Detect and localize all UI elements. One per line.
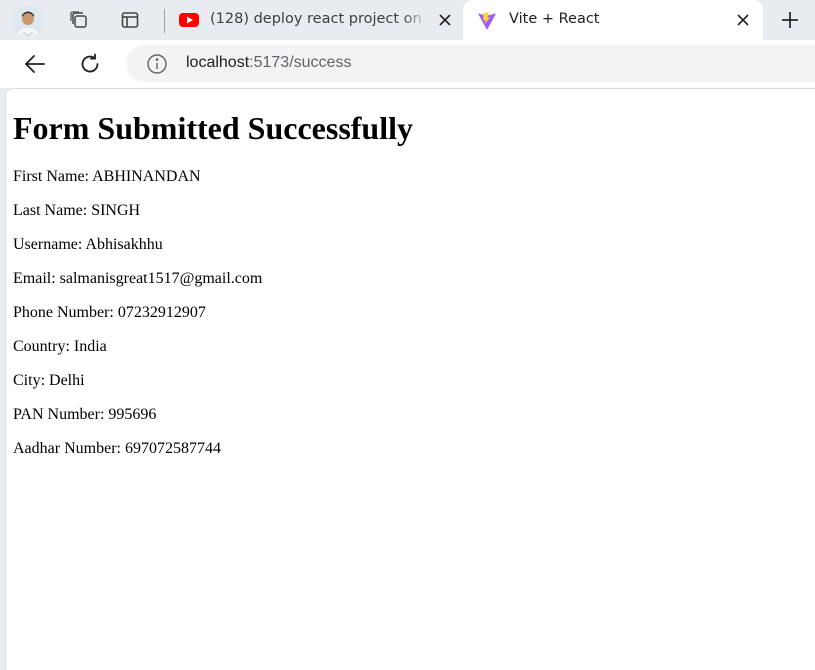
- youtube-icon: [179, 11, 199, 29]
- field-phone-number: Phone Number: 07232912907: [13, 304, 206, 321]
- plus-icon[interactable]: [778, 8, 802, 32]
- url-host: localhost: [186, 54, 250, 71]
- field-username: Username: Abhisakhhu: [13, 236, 163, 253]
- success-page: Form Submitted Successfully First Name: …: [13, 89, 793, 458]
- vite-icon: [477, 11, 497, 30]
- close-icon[interactable]: [437, 12, 453, 28]
- tab-strip: (128) deploy react project on github pag…: [0, 0, 815, 40]
- field-last-name: Last Name: SINGH: [13, 202, 141, 219]
- address-bar[interactable]: localhost:5173/success: [126, 45, 815, 82]
- info-icon[interactable]: [146, 53, 168, 75]
- back-arrow-icon[interactable]: [21, 50, 49, 78]
- avatar[interactable]: [13, 6, 43, 36]
- reload-icon[interactable]: [76, 50, 104, 78]
- page-viewport: Form Submitted Successfully First Name: …: [5, 88, 815, 670]
- tab-youtube[interactable]: (128) deploy react project on github pag…: [170, 0, 462, 40]
- tab-vite-react[interactable]: Vite + React: [463, 0, 763, 40]
- tab-separator: [164, 9, 165, 33]
- field-city: City: Delhi: [13, 372, 85, 389]
- tab-title: (128) deploy react project on github pag…: [210, 11, 428, 27]
- tab-title: Vite + React: [509, 11, 600, 27]
- url-path: :5173/success: [249, 54, 352, 71]
- tab-actions-icon[interactable]: [117, 8, 143, 32]
- field-aadhar-number: Aadhar Number: 697072587744: [13, 440, 221, 457]
- field-pan-number: PAN Number: 995696: [13, 406, 157, 423]
- close-icon[interactable]: [735, 12, 751, 28]
- field-first-name: First Name: ABHINANDAN: [13, 168, 201, 185]
- browser-toolbar: localhost:5173/success: [0, 40, 815, 88]
- page-title: Form Submitted Successfully: [13, 110, 413, 146]
- url-text: localhost:5173/success: [186, 54, 351, 72]
- field-country: Country: India: [13, 338, 107, 355]
- field-email: Email: salmanisgreat1517@gmail.com: [13, 270, 263, 287]
- workspaces-icon[interactable]: [66, 8, 92, 32]
